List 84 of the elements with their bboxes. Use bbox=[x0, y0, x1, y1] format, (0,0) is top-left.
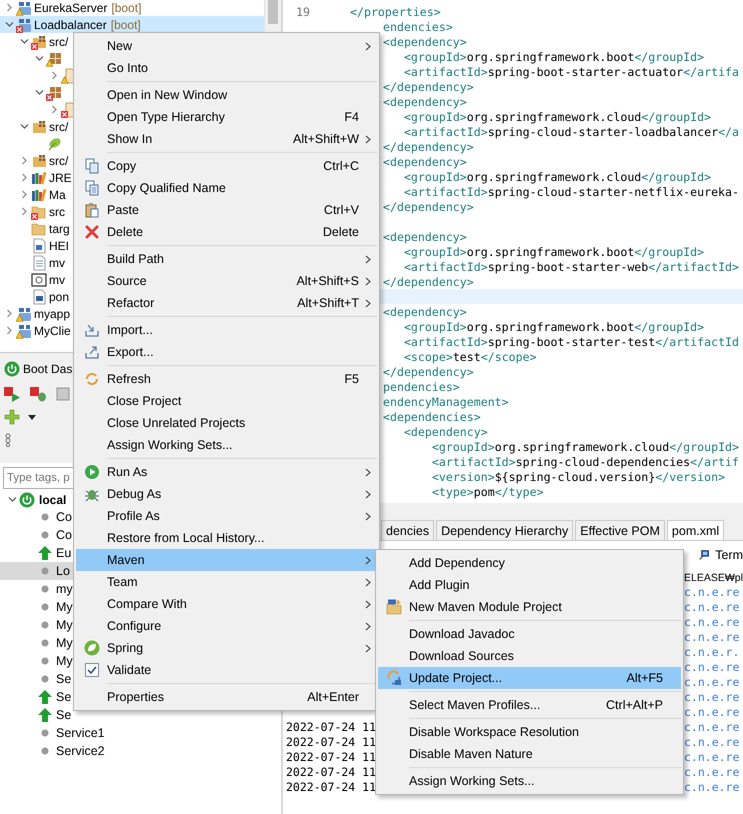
tree-item-label: src/ bbox=[49, 154, 68, 168]
tree-item-label: Loadbalancer bbox=[34, 18, 107, 32]
code-line: </dependency> bbox=[383, 274, 474, 288]
log-text: c.n.e.re bbox=[684, 600, 740, 614]
code-line: <groupId>org.springframework.cloud</groupId> bbox=[402, 170, 712, 184]
tree-item-label: My bbox=[56, 636, 73, 650]
tree-item-label: Eu bbox=[56, 546, 72, 560]
line-number: 19 bbox=[295, 4, 311, 18]
tree-item-label: Service2 bbox=[56, 744, 105, 758]
code-line: pendencies> bbox=[383, 380, 460, 394]
tree-item-label: myapp bbox=[34, 306, 70, 320]
log-text: c.n.e.re bbox=[684, 660, 740, 674]
code-line: </dependency> bbox=[383, 80, 474, 94]
log-timestamp: 2022-07-24 11 bbox=[285, 734, 376, 748]
code-line: </dependency> bbox=[383, 140, 474, 154]
code-line: <dependency> bbox=[383, 304, 467, 318]
tree-item-label: MyClie bbox=[34, 324, 71, 338]
code-line: <artifactId>spring-cloud-dependencies</artif bbox=[430, 454, 740, 468]
tree-item-label: Ma bbox=[49, 188, 66, 202]
log-text: c.n.e.re bbox=[684, 614, 740, 628]
tree-item-label: Se bbox=[56, 690, 72, 704]
log-text: c.n.e.re bbox=[684, 584, 740, 598]
tree-item-label: local bbox=[39, 492, 66, 506]
tree-item-label: My bbox=[56, 600, 73, 614]
code-line: <scope>test</scope> bbox=[402, 350, 537, 364]
log-text: c.n.e.re bbox=[684, 630, 740, 644]
tree-item-label: Se bbox=[56, 672, 72, 686]
log-text: c.n.e.re bbox=[684, 720, 740, 734]
code-line: <dependency> bbox=[383, 34, 467, 48]
tree-item-decoration: [boot] bbox=[110, 18, 141, 32]
log-text: c.n.e.re bbox=[684, 674, 740, 688]
code-line: <dependency> bbox=[383, 154, 467, 168]
tree-item-label: src bbox=[49, 204, 65, 218]
tree-item-label: My bbox=[56, 654, 73, 668]
tree-item-label: EurekaServer bbox=[34, 0, 108, 14]
log-timestamp: 2022-07-24 11 bbox=[285, 780, 376, 794]
code-line: <groupId>org.springframework.boot</groupId> bbox=[402, 50, 704, 64]
tree-item-decoration: [boot] bbox=[111, 0, 142, 14]
code-line: </dependency> bbox=[383, 364, 474, 378]
log-timestamp: 2022-07-24 11 bbox=[285, 720, 376, 734]
code-line: endencyManagement> bbox=[383, 394, 509, 408]
code-line: endencies> bbox=[383, 20, 453, 34]
code-line: </dependency> bbox=[383, 200, 474, 214]
log-timestamp: 2022-07-24 11 bbox=[285, 750, 376, 764]
log-text: c.n.e.re bbox=[684, 704, 740, 718]
code-line: <dependency> bbox=[402, 424, 488, 438]
tree-item-label: HEI bbox=[49, 238, 70, 252]
tree-item-label: targ bbox=[49, 222, 70, 236]
tree-item-label: Se bbox=[56, 708, 72, 722]
log-text: c.n.e.re bbox=[684, 750, 740, 764]
code-line: <version>${spring-cloud.version}</version> bbox=[430, 470, 726, 484]
code-line: <dependencies> bbox=[383, 410, 481, 424]
code-line: <groupId>org.springframework.cloud</groupId> bbox=[402, 110, 712, 124]
code-line: <type>pom</type> bbox=[430, 484, 544, 498]
log-timestamp: 2022-07-24 11 bbox=[285, 764, 376, 778]
log-text: c.n.e.re bbox=[684, 764, 740, 778]
code-line: <artifactId>spring-boot-starter-actuator</artifa bbox=[402, 64, 740, 78]
tree-item-label: JRE bbox=[49, 170, 72, 184]
code-line: <dependency> bbox=[383, 230, 467, 244]
code-line: <artifactId>spring-boot-starter-test</artifactId bbox=[402, 334, 740, 348]
code-line: </properties> bbox=[350, 4, 441, 18]
tree-item-label: mv bbox=[49, 256, 65, 270]
log-text: ELEASE₩pl bbox=[684, 572, 743, 584]
log-text: c.n.e.r. bbox=[684, 644, 740, 658]
tree-item-label: mv bbox=[49, 272, 65, 286]
tree-item-label: My bbox=[56, 618, 73, 632]
code-line: <dependency> bbox=[383, 94, 467, 108]
log-text: c.n.e.re bbox=[684, 734, 740, 748]
tree-item-label: my bbox=[56, 582, 73, 596]
tree-item-label: pon bbox=[49, 290, 70, 304]
tree-item-label: Co bbox=[56, 510, 72, 524]
code-line: <artifactId>spring-cloud-starter-netflix-eureka- bbox=[402, 184, 739, 198]
code-line: <groupId>org.springframework.boot</groupId> bbox=[402, 320, 704, 334]
tree-item-label: Co bbox=[56, 528, 72, 542]
code-line: <artifactId>spring-boot-starter-web</artifactId> bbox=[402, 260, 740, 274]
tree-item-label: src/ bbox=[49, 34, 68, 48]
tree-item-label: src/ bbox=[49, 120, 68, 134]
tree-item-label: Lo bbox=[56, 564, 70, 578]
log-text: c.n.e.re bbox=[684, 780, 740, 794]
log-text: c.n.e.re bbox=[684, 690, 740, 704]
code-line: <groupId>org.springframework.boot</groupId> bbox=[402, 244, 704, 258]
tree-item-label: Service1 bbox=[56, 726, 105, 740]
code-line: <artifactId>spring-cloud-starter-loadbalancer</a bbox=[402, 124, 740, 138]
code-line: <groupId>org.springframework.cloud</groupId> bbox=[430, 440, 740, 454]
